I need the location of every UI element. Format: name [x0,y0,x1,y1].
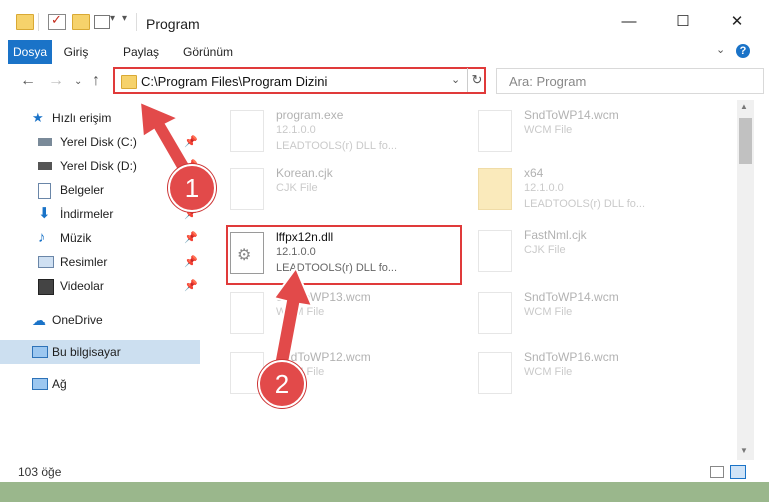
item-count: 103 öğe [18,465,62,479]
step-badge-1: 1 [168,164,216,212]
status-bar: 103 öğe [0,460,769,482]
annotation-arrows [138,100,314,370]
large-icons-view-icon[interactable] [730,465,746,479]
desktop-background [0,482,769,502]
arrow-2 [272,265,314,370]
step-badge-2: 2 [258,360,306,408]
details-view-icon[interactable] [710,466,724,478]
